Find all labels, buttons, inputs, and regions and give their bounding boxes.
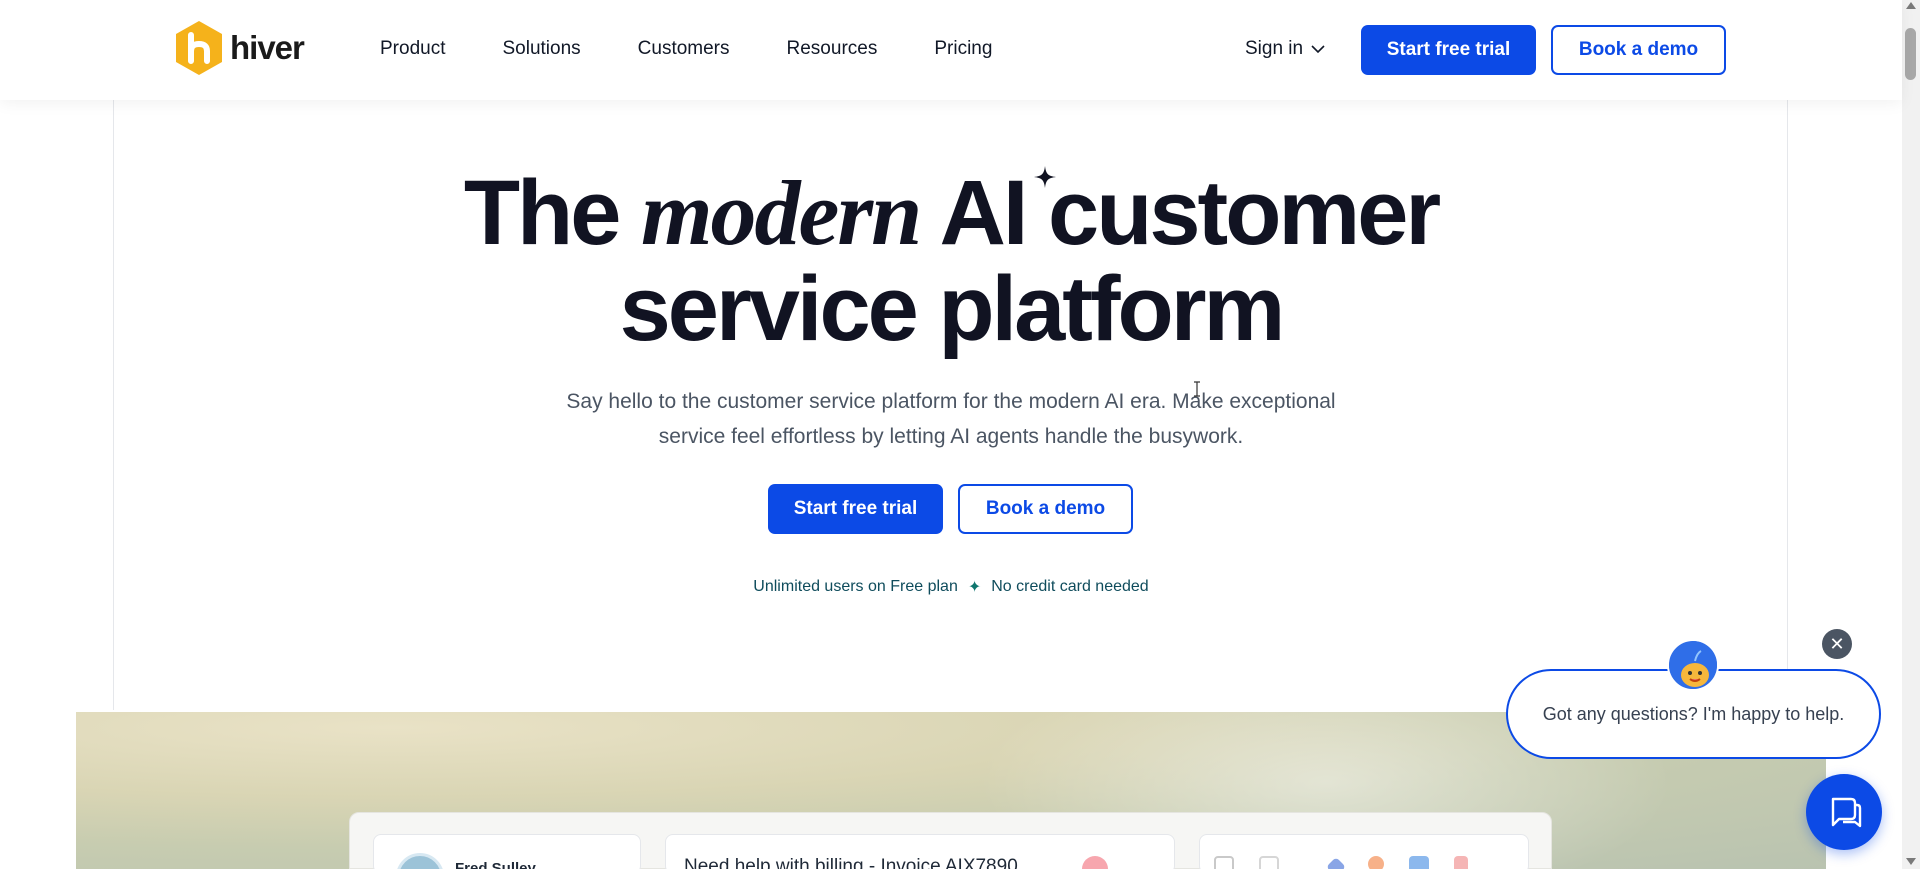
nav-book-demo-button[interactable]: Book a demo (1551, 25, 1726, 75)
page-scrollbar[interactable] (1902, 0, 1920, 869)
scroll-down-arrow-icon[interactable] (1906, 858, 1916, 865)
hero-note-no-credit-card: No credit card needed (991, 578, 1149, 595)
chat-icon (1831, 797, 1862, 828)
chat-launcher-button[interactable] (1806, 774, 1882, 850)
chat-prompt-text: Got any questions? I'm happy to help. (1542, 703, 1845, 724)
hero-note: Unlimited users on Free plan ✦ No credit… (0, 577, 1902, 597)
nav-link-solutions[interactable]: Solutions (502, 38, 580, 60)
nav-link-product[interactable]: Product (380, 38, 445, 60)
hero-title-modern: modern (640, 162, 922, 264)
hero-start-free-trial-button[interactable]: Start free trial (768, 484, 943, 534)
nav-link-resources[interactable]: Resources (787, 38, 878, 60)
preview-ticket-title: Need help with billing - Invoice AIX7890 (684, 856, 1018, 869)
nav-start-free-trial-button[interactable]: Start free trial (1361, 25, 1536, 75)
logo-text: hiver (230, 29, 305, 66)
main-nav: Product Solutions Customers Resources Pr… (380, 38, 992, 60)
hero-note-star-icon: ✦ (967, 579, 982, 596)
hiver-logo[interactable]: hiver (174, 20, 305, 76)
nav-link-customers[interactable]: Customers (638, 38, 730, 60)
document-icon (1259, 856, 1279, 869)
preview-tool-icons (1214, 856, 1468, 869)
folder-icon (1409, 856, 1429, 869)
hero-title-the: The (463, 162, 622, 264)
sparkle-icon (1034, 166, 1056, 188)
chat-close-button[interactable]: ✕ (1822, 629, 1852, 659)
app-icon (1454, 856, 1468, 869)
hiver-logo-icon (176, 21, 222, 75)
preview-contact-name: Fred Sulley (455, 860, 536, 869)
signin-label: Sign in (1245, 38, 1304, 59)
signin-dropdown[interactable]: Sign in (1245, 38, 1325, 60)
hero-title-line1: The modern AI customer (0, 166, 1902, 261)
chat-bot-avatar (1667, 639, 1719, 691)
hero-title-line2: service platform (619, 258, 1286, 360)
scrollbar-thumb[interactable] (1905, 28, 1916, 80)
scroll-up-arrow-icon[interactable] (1906, 2, 1916, 9)
hero-note-unlimited-users: Unlimited users on Free plan (753, 578, 958, 595)
hero-subtitle-line1: Say hello to the customer service platfo… (566, 390, 1336, 413)
hero-subtitle: Say hello to the customer service platfo… (520, 384, 1382, 454)
top-navbar: hiver Product Solutions Customers Resour… (0, 0, 1902, 100)
hero-title-ai-customer: AI customer (939, 162, 1441, 264)
nav-link-pricing[interactable]: Pricing (934, 38, 992, 60)
lock-icon (1214, 856, 1234, 869)
close-icon: ✕ (1829, 633, 1845, 654)
diamond-icon (1326, 857, 1346, 869)
hubspot-icon (1368, 856, 1384, 869)
text-cursor-icon (1194, 381, 1200, 397)
hero-subtitle-line2: service feel effortless by letting AI ag… (658, 425, 1244, 448)
chevron-down-icon (1311, 44, 1325, 53)
hero-book-demo-button[interactable]: Book a demo (958, 484, 1133, 534)
